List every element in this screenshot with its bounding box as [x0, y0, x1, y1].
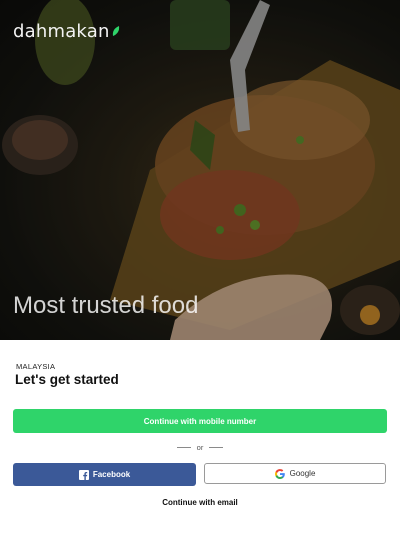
sheet-heading: Let's get started: [15, 372, 119, 387]
leaf-icon: [112, 26, 119, 36]
brand-logo-text: dahmakan: [13, 21, 110, 42]
divider-line-left: [176, 446, 191, 448]
facebook-button[interactable]: Facebook: [13, 463, 196, 486]
continue-mobile-button[interactable]: Continue with mobile number: [13, 409, 387, 433]
continue-email-link[interactable]: Continue with email: [0, 498, 400, 507]
hero-headline: Most trusted food: [13, 292, 199, 319]
hero-image: dahmakan Most trusted food: [0, 0, 400, 340]
or-divider: or: [0, 441, 400, 453]
facebook-label: Facebook: [92, 470, 131, 479]
facebook-icon: [78, 469, 89, 480]
country-label[interactable]: MALAYSIA: [16, 362, 55, 371]
divider-text: or: [196, 442, 204, 452]
photo-overlay: [0, 0, 400, 340]
google-button[interactable]: Google: [204, 463, 386, 484]
signin-sheet: MALAYSIA Let's get started Continue with…: [0, 340, 400, 533]
brand-logo: dahmakan: [13, 21, 119, 42]
google-label: Google: [289, 469, 316, 478]
google-icon: [274, 468, 285, 479]
divider-line-right: [209, 446, 224, 448]
